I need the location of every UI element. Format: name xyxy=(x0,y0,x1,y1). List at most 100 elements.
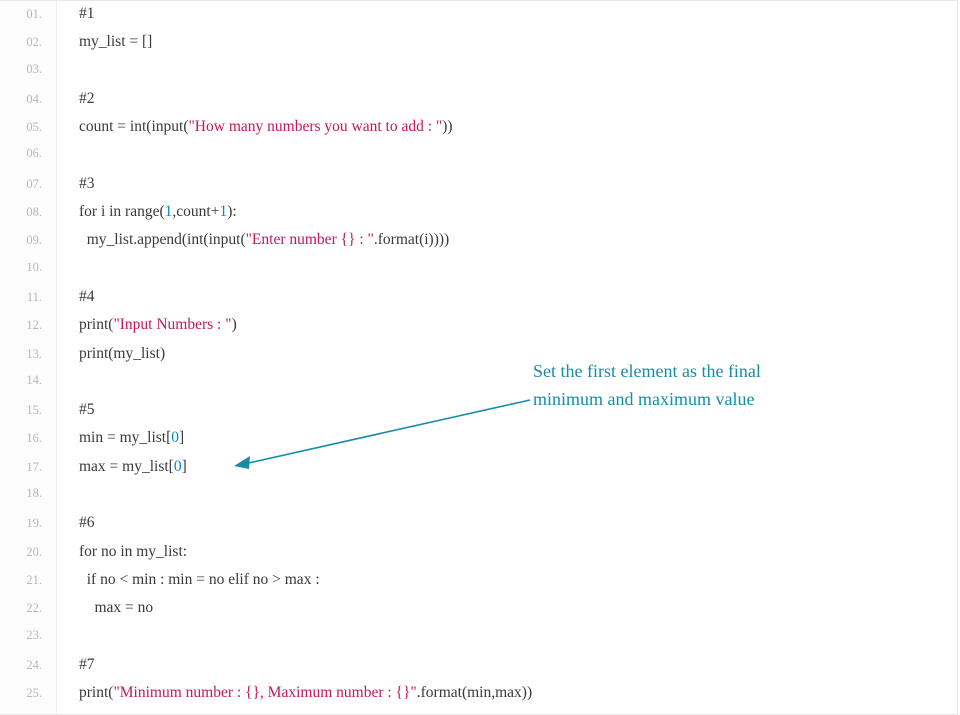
code-line: 14. xyxy=(0,373,957,401)
line-number: 08. xyxy=(0,205,57,220)
line-number: 03. xyxy=(0,62,57,77)
code-token: max = no xyxy=(79,599,153,616)
code-token: min = my_list[ xyxy=(79,429,171,446)
code-line: 05.count = int(input("How many numbers y… xyxy=(0,118,957,146)
code-token: ,count+ xyxy=(172,203,219,220)
line-number: 11. xyxy=(0,290,57,305)
line-number: 25. xyxy=(0,686,57,701)
line-number: 06. xyxy=(0,146,57,161)
code-token: .format(i)))) xyxy=(374,231,449,248)
code-token: print( xyxy=(79,316,113,333)
code-line: 20. for no in my_list: xyxy=(0,543,957,571)
code-token: my_list.append(int(input( xyxy=(79,231,246,248)
code-token: if no < min : min = no elif no > max : xyxy=(79,571,320,588)
code-token: .format(min,max)) xyxy=(417,684,532,701)
line-number: 20. xyxy=(0,545,57,560)
code-token: #4 xyxy=(79,288,95,305)
code-line: 09. my_list.append(int(input("Enter numb… xyxy=(0,231,957,259)
line-number: 19. xyxy=(0,516,57,531)
code-token: for no in my_list: xyxy=(79,543,187,560)
line-number: 24. xyxy=(0,658,57,673)
code-content: for i in range(1,count+1): xyxy=(57,203,237,221)
code-token: #2 xyxy=(79,90,95,107)
line-number: 10. xyxy=(0,260,57,275)
code-line: 25.print("Minimum number : {}, Maximum n… xyxy=(0,684,957,712)
code-token: "How many numbers you want to add : " xyxy=(188,118,442,135)
code-content: for no in my_list: xyxy=(57,543,187,561)
code-token: "Enter number {} : " xyxy=(246,231,374,248)
code-content: #3 xyxy=(57,175,95,193)
code-token: 0 xyxy=(171,429,179,446)
code-line: 23. xyxy=(0,628,957,656)
code-line: 01. #1 xyxy=(0,5,957,33)
code-token: #1 xyxy=(79,5,95,22)
code-token: ): xyxy=(227,203,236,220)
line-number: 12. xyxy=(0,318,57,333)
code-line: 18. xyxy=(0,486,957,514)
annotation-line-2: minimum and maximum value xyxy=(533,386,761,414)
code-lines-container: 01.#102.my_list = []03.04.#205.count = i… xyxy=(0,1,957,712)
line-number: 22. xyxy=(0,601,57,616)
code-token: "Input Numbers : " xyxy=(113,316,231,333)
code-line: 21. if no < min : min = no elif no > max… xyxy=(0,571,957,599)
code-content: count = int(input("How many numbers you … xyxy=(57,118,453,136)
code-token: ] xyxy=(179,429,184,446)
code-token: my_list = [] xyxy=(79,33,152,50)
code-token: max = my_list[ xyxy=(79,458,174,475)
code-line: 10. xyxy=(0,260,957,288)
line-number: 13. xyxy=(0,347,57,362)
code-token: "Minimum number : {}, Maximum number : {… xyxy=(113,684,416,701)
line-number: 17. xyxy=(0,460,57,475)
code-line: 07.#3 xyxy=(0,175,957,203)
code-line: 15.#5 xyxy=(0,401,957,429)
code-line: 24. #7 xyxy=(0,656,957,684)
code-token: for i in range( xyxy=(79,203,165,220)
line-number: 09. xyxy=(0,233,57,248)
line-number: 16. xyxy=(0,431,57,446)
code-content: #7 xyxy=(57,656,95,674)
code-content: #6 xyxy=(57,514,95,532)
code-block: 01.#102.my_list = []03.04.#205.count = i… xyxy=(0,0,958,715)
code-line: 02. my_list = [] xyxy=(0,33,957,61)
code-token: )) xyxy=(442,118,452,135)
code-line: 16.min = my_list[0] xyxy=(0,429,957,457)
code-token: count = int(input( xyxy=(79,118,188,135)
line-number: 05. xyxy=(0,120,57,135)
line-number: 21. xyxy=(0,573,57,588)
line-number: 23. xyxy=(0,628,57,643)
line-number: 18. xyxy=(0,486,57,501)
code-content: my_list = [] xyxy=(57,33,152,51)
code-content: #1 xyxy=(57,5,95,23)
code-token: 0 xyxy=(174,458,182,475)
code-content: #2 xyxy=(57,90,95,108)
line-number: 02. xyxy=(0,35,57,50)
code-content: #4 xyxy=(57,288,95,306)
code-content: print("Minimum number : {}, Maximum numb… xyxy=(57,684,532,702)
code-token: print( xyxy=(79,684,113,701)
code-line: 03. xyxy=(0,62,957,90)
code-token: #6 xyxy=(79,514,95,531)
line-number: 04. xyxy=(0,92,57,107)
code-token: #7 xyxy=(79,656,95,673)
code-line: 08.for i in range(1,count+1): xyxy=(0,203,957,231)
code-content: print("Input Numbers : ") xyxy=(57,316,237,334)
code-line: 13. print(my_list) xyxy=(0,345,957,373)
line-number: 14. xyxy=(0,373,57,388)
code-line: 04. #2 xyxy=(0,90,957,118)
code-content: min = my_list[0] xyxy=(57,429,184,447)
code-content: print(my_list) xyxy=(57,345,165,363)
code-token: ] xyxy=(182,458,187,475)
code-token: ) xyxy=(232,316,237,333)
annotation-line-1: Set the first element as the final xyxy=(533,358,761,386)
code-token: #5 xyxy=(79,401,95,418)
code-content: if no < min : min = no elif no > max : xyxy=(57,571,320,589)
code-line: 22. max = no xyxy=(0,599,957,627)
code-content: my_list.append(int(input("Enter number {… xyxy=(57,231,449,249)
code-content: max = my_list[0] xyxy=(57,458,187,476)
code-line: 17.max = my_list[0] xyxy=(0,458,957,486)
code-line: 12.print("Input Numbers : ") xyxy=(0,316,957,344)
line-number: 01. xyxy=(0,7,57,22)
code-line: 11. #4 xyxy=(0,288,957,316)
annotation-text: Set the first element as the final minim… xyxy=(533,358,761,414)
code-token: print(my_list) xyxy=(79,345,165,362)
